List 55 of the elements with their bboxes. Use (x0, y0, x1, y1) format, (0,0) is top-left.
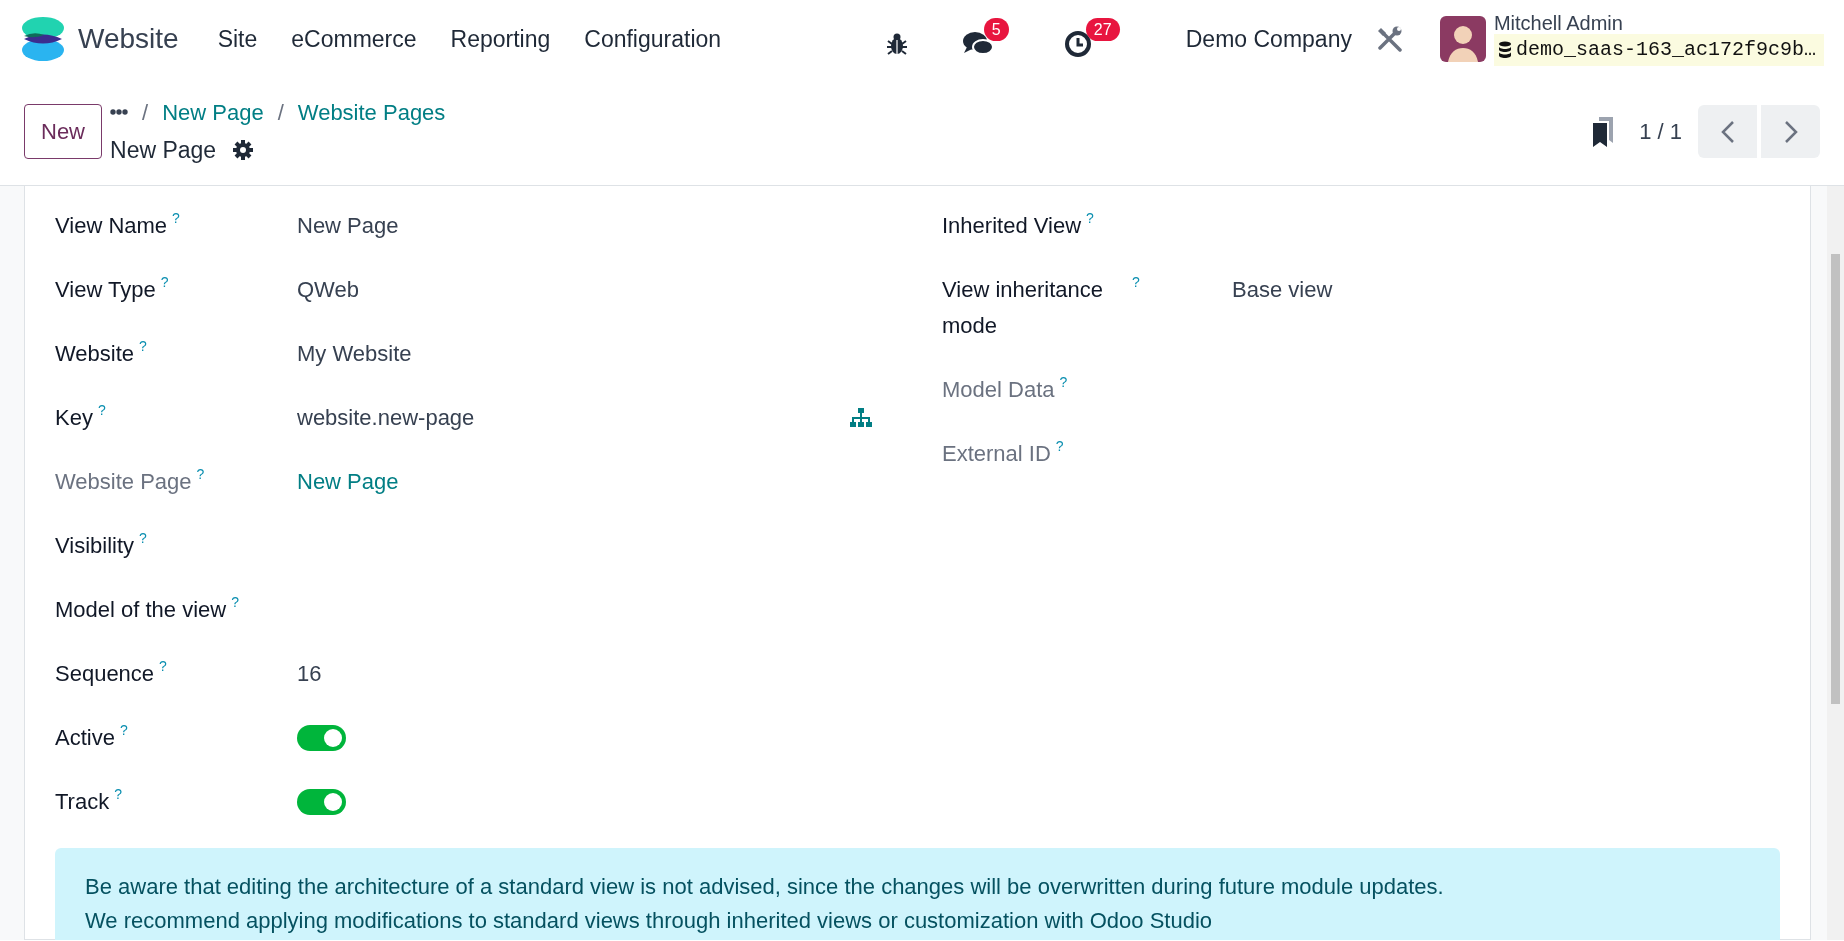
help-marker[interactable]: ? (1086, 210, 1094, 226)
field-value: Base view (1232, 276, 1333, 304)
user-name[interactable]: Mitchell Admin (1493, 12, 1824, 34)
field-label: External ID (942, 441, 1051, 466)
company-switcher[interactable]: Demo Company (1185, 21, 1352, 57)
field-label: Model Data (942, 377, 1055, 402)
field-value: My Website (297, 340, 412, 368)
field-label: Track (55, 789, 110, 814)
activities-button[interactable]: 27 (1063, 18, 1122, 60)
field-label: View Name (55, 213, 168, 238)
field-label: Visibility (55, 533, 135, 558)
new-button[interactable]: New (24, 104, 102, 159)
field-value: QWeb (297, 276, 359, 304)
field-label: Sequence (55, 661, 155, 686)
notification-badge: 5 (983, 18, 1009, 42)
help-marker[interactable]: ? (172, 210, 180, 226)
alert-message: Be aware that editing the architecture of a standard view is not advised, since the changes will be overwritten during future module updates. We recommend applying modifications to standard views through inherited views or customization with Odoo Studio (55, 848, 1780, 940)
menu-item[interactable]: Configuration (567, 21, 739, 57)
field-label: Key (55, 405, 93, 430)
menu-item[interactable]: Reporting (433, 21, 568, 57)
breadcrumb-separator: / (142, 98, 149, 127)
breadcrumb-separator: / (277, 98, 284, 127)
field-label: Model of the view (55, 597, 227, 622)
field-label: Active (55, 725, 115, 750)
help-marker[interactable]: ? (196, 466, 205, 482)
breadcrumb-link[interactable]: New Page (162, 95, 264, 129)
help-marker[interactable]: ? (139, 530, 147, 546)
field-label: Website (55, 341, 135, 366)
help-marker[interactable]: ? (231, 594, 239, 610)
field-value: website.new-page (297, 404, 475, 432)
help-marker[interactable]: ? (1132, 274, 1140, 290)
field-value: 16 (297, 660, 322, 688)
help-marker[interactable]: ? (97, 402, 106, 418)
help-marker[interactable]: ? (160, 274, 169, 290)
help-marker[interactable]: ? (114, 786, 122, 802)
field-label: Inherited View (942, 213, 1081, 238)
notification-badge: 27 (1085, 18, 1120, 42)
field-label: View Type (55, 277, 156, 302)
database-name: demo_saas-163_ac172f9c9b… (1515, 37, 1816, 63)
help-marker[interactable]: ? (1055, 438, 1064, 454)
field-value: New Page (297, 212, 399, 240)
help-marker[interactable]: ? (1059, 374, 1068, 390)
record-title: New Page (110, 135, 217, 165)
field-label: Website Page (55, 469, 192, 494)
breadcrumb-link[interactable]: Website Pages (297, 95, 446, 129)
help-marker[interactable]: ? (139, 338, 147, 354)
menu-item[interactable]: Site (200, 21, 275, 57)
field-label: View inheritance mode (942, 276, 1105, 340)
menu-item[interactable]: eCommerce (274, 21, 434, 57)
app-name[interactable]: Website (78, 18, 179, 60)
messages-button[interactable]: 5 (961, 18, 1024, 60)
help-marker[interactable]: ? (159, 658, 167, 674)
help-marker[interactable]: ? (119, 722, 128, 738)
pager-value[interactable]: 1 / 1 (1639, 115, 1682, 148)
record-link[interactable]: New Page (297, 464, 399, 500)
